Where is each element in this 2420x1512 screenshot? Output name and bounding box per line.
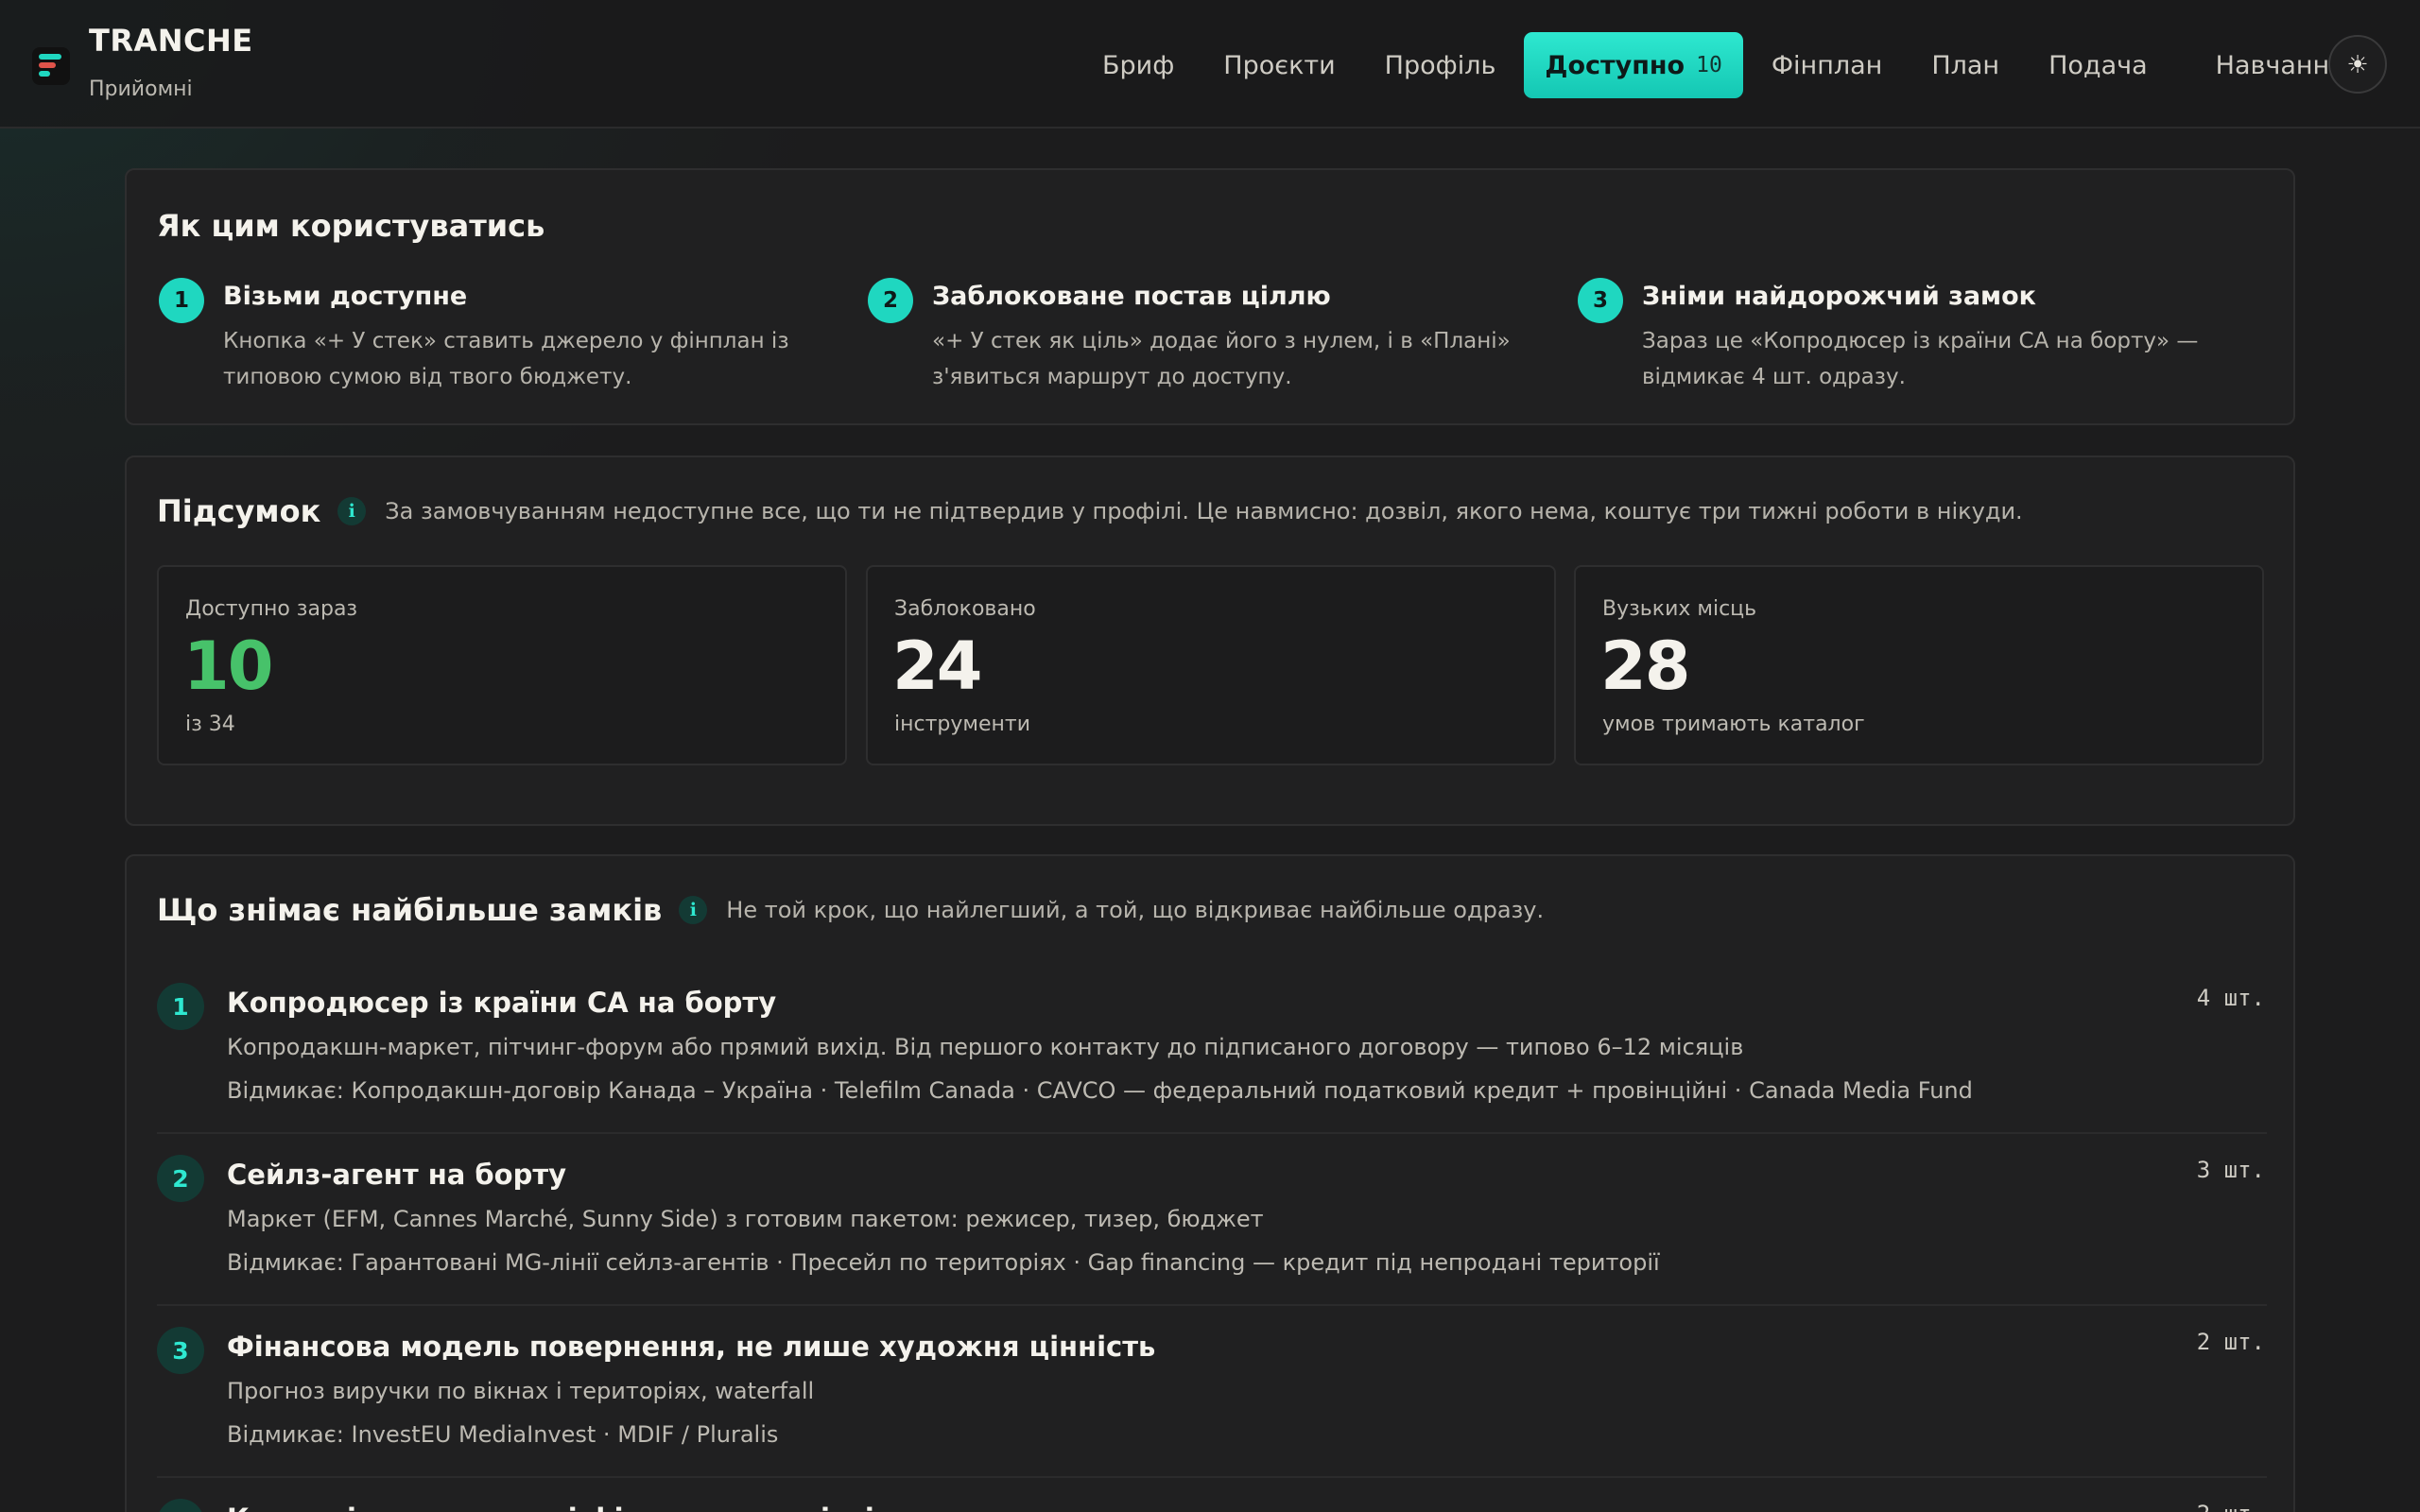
lock-number: 3 — [157, 1327, 204, 1374]
stat-sub: умов тримають каталог — [1602, 713, 1865, 736]
lock-unlocks: Відмикає: InvestEU MediaInvest · MDIF / … — [227, 1421, 779, 1448]
nav-finplan[interactable]: Фінплан — [1747, 32, 1908, 98]
summary-card: Підсумок i За замовчуванням недоступне в… — [125, 455, 2295, 826]
lock-description: Прогноз виручки по вікнах і територіях, … — [227, 1378, 815, 1404]
stat-blocked: Заблоковано 24 інструменти — [866, 565, 1556, 765]
brand-name[interactable]: TRANCHE — [89, 23, 253, 59]
lock-count: 2 шт. — [2197, 1501, 2265, 1512]
nav-submission[interactable]: Подача — [2024, 32, 2172, 98]
lock-description: Копродакшн-маркет, пітчинг-форум або пря… — [227, 1034, 1744, 1060]
step-title: Візьми доступне — [223, 282, 468, 311]
summary-note: За замовчуванням недоступне все, що ти н… — [385, 498, 2023, 524]
locks-header: Що знімає найбільше замків i Не той крок… — [157, 892, 1544, 928]
stat-label: Вузьких місць — [1602, 597, 1757, 621]
stat-bottlenecks: Вузьких місць 28 умов тримають каталог — [1574, 565, 2264, 765]
sun-icon: ☀ — [2346, 49, 2369, 78]
stat-value: 28 — [1600, 627, 1690, 705]
nav-brief[interactable]: Бриф — [1078, 32, 1199, 98]
locks-title: Що знімає найбільше замків — [157, 892, 663, 928]
stat-available: Доступно зараз 10 із 34 — [157, 565, 847, 765]
stat-sub: інструменти — [894, 713, 1031, 736]
nav-available-count: 10 — [1696, 53, 1722, 77]
nav-projects[interactable]: Проєкти — [1199, 32, 1359, 98]
how-to-use-card: Як цим користуватись 1 Візьми доступне К… — [125, 168, 2295, 425]
lock-count: 3 шт. — [2196, 1157, 2265, 1183]
step-title: Заблоковане постав ціллю — [932, 282, 1331, 311]
lock-title: Копродюсер із країни CA на борту — [227, 987, 777, 1019]
stat-sub: із 34 — [185, 713, 235, 736]
lock-unlocks: Відмикає: Гарантовані MG-лінії сейлз-аге… — [227, 1249, 1660, 1276]
stat-label: Заблоковано — [894, 597, 1036, 621]
nav-available[interactable]: Доступно 10 — [1524, 32, 1743, 98]
tranche-logo-icon[interactable] — [32, 47, 70, 85]
lock-number: 1 — [157, 983, 204, 1030]
step-description: Кнопка «+ У стек» ставить джерело у фінп… — [223, 329, 789, 389]
locks-note: Не той крок, що найлегший, а той, що від… — [726, 897, 1545, 923]
info-icon[interactable]: i — [679, 896, 708, 924]
top-header: TRANCHE Прийомні Бриф Проєкти Профіль До… — [0, 0, 2420, 129]
nav-plan[interactable]: План — [1907, 32, 2024, 98]
step-number: 1 — [159, 278, 204, 323]
nav-available-label: Доступно — [1545, 50, 1685, 80]
brand-subtitle: Прийомні — [89, 77, 193, 101]
lock-count: 4 шт. — [2196, 985, 2265, 1011]
stat-value: 10 — [183, 627, 273, 705]
step-number: 2 — [868, 278, 913, 323]
summary-header: Підсумок i За замовчуванням недоступне в… — [157, 493, 2023, 529]
how-to-use-title: Як цим користуватись — [157, 208, 545, 244]
lock-item[interactable]: 3 Фінансова модель повернення, не лише х… — [157, 1323, 2267, 1478]
step-description: Зараз це «Копродюсер із країни CA на бор… — [1642, 329, 2199, 389]
lock-title: Фінансова модель повернення, не лише худ… — [227, 1331, 1156, 1363]
lock-item[interactable]: 1 Копродюсер із країни CA на борту Копро… — [157, 979, 2267, 1134]
step-description: «+ У стек як ціль» додає його з нулем, і… — [932, 329, 1511, 389]
lock-number: 4 — [157, 1499, 204, 1512]
lock-title: Компанія з випуском і фінансовою звітніс… — [227, 1503, 933, 1512]
lock-count: 2 шт. — [2196, 1329, 2265, 1355]
lock-description: Маркет (EFM, Cannes Marché, Sunny Side) … — [227, 1206, 1264, 1232]
step-number: 3 — [1578, 278, 1623, 323]
info-icon[interactable]: i — [337, 497, 367, 525]
lock-title: Сейлз-агент на борту — [227, 1159, 567, 1191]
lock-unlocks: Відмикає: Копродакшн-договір Канада – Ук… — [227, 1077, 1973, 1104]
lock-item[interactable]: 2 Сейлз-агент на борту Маркет (EFM, Cann… — [157, 1151, 2267, 1306]
lock-number: 2 — [157, 1155, 204, 1202]
step-title: Зніми найдорожчий замок — [1642, 282, 2036, 311]
stat-value: 24 — [892, 627, 982, 705]
top-unlocks-card: Що знімає найбільше замків i Не той крок… — [125, 854, 2295, 1512]
lock-item[interactable]: 4 Компанія з випуском і фінансовою звітн… — [157, 1495, 2267, 1512]
summary-title: Підсумок — [157, 493, 321, 529]
stat-label: Доступно зараз — [185, 597, 358, 621]
theme-toggle-button[interactable]: ☀ — [2328, 35, 2387, 94]
nav-profile[interactable]: Профіль — [1360, 32, 1521, 98]
main-nav: Бриф Проєкти Профіль Доступно 10 Фінплан… — [1078, 32, 2369, 98]
